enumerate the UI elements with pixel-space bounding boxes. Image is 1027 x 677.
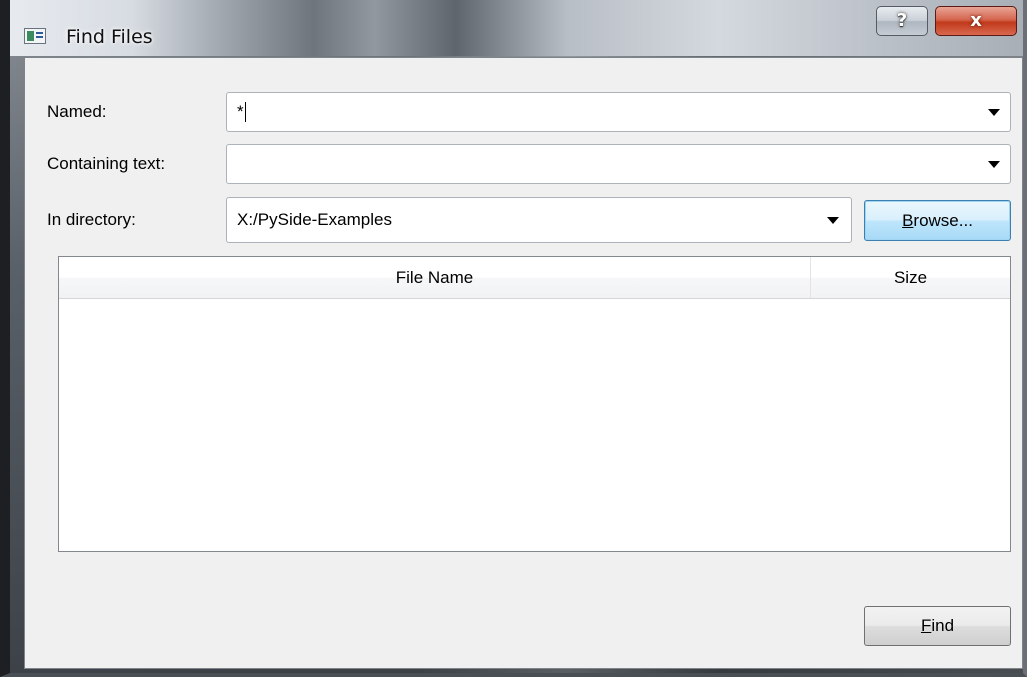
containing-text-label: Containing text: — [47, 154, 166, 173]
close-button[interactable]: x — [935, 6, 1017, 36]
chevron-down-icon[interactable] — [988, 161, 1000, 168]
directory-value[interactable]: X:/PySide-Examples — [237, 198, 392, 242]
named-label: Named: — [47, 102, 107, 121]
named-input[interactable]: * — [237, 93, 246, 131]
chevron-down-icon[interactable] — [827, 217, 839, 224]
app-window-icon — [24, 28, 46, 44]
named-combo[interactable]: * — [226, 92, 1011, 132]
named-value: * — [237, 102, 244, 121]
help-button[interactable]: ? — [876, 6, 928, 36]
dialog-body: Named: * Containing text: In directory: … — [24, 57, 1023, 669]
window-title: Find Files — [66, 26, 153, 48]
directory-label: In directory: — [47, 210, 136, 229]
text-cursor — [244, 102, 246, 122]
find-mnemonic: F — [920, 616, 932, 635]
browse-button[interactable]: Browse... — [864, 200, 1011, 241]
browse-mnemonic: B — [902, 211, 914, 230]
results-table[interactable]: File Name Size — [58, 256, 1011, 552]
find-label: ind — [931, 616, 955, 635]
column-header-size[interactable]: Size — [811, 257, 1010, 298]
find-files-window: Find Files ? x Named: * Containing text:… — [0, 0, 1027, 677]
title-bar[interactable]: Find Files ? x — [10, 0, 1023, 56]
column-header-file-name[interactable]: File Name — [59, 257, 811, 298]
browse-label: rowse... — [913, 211, 973, 230]
chevron-down-icon[interactable] — [988, 109, 1000, 116]
find-button[interactable]: Find — [864, 606, 1011, 646]
directory-combo[interactable]: X:/PySide-Examples — [226, 197, 852, 243]
table-header: File Name Size — [59, 257, 1010, 299]
containing-text-combo[interactable] — [226, 144, 1011, 184]
